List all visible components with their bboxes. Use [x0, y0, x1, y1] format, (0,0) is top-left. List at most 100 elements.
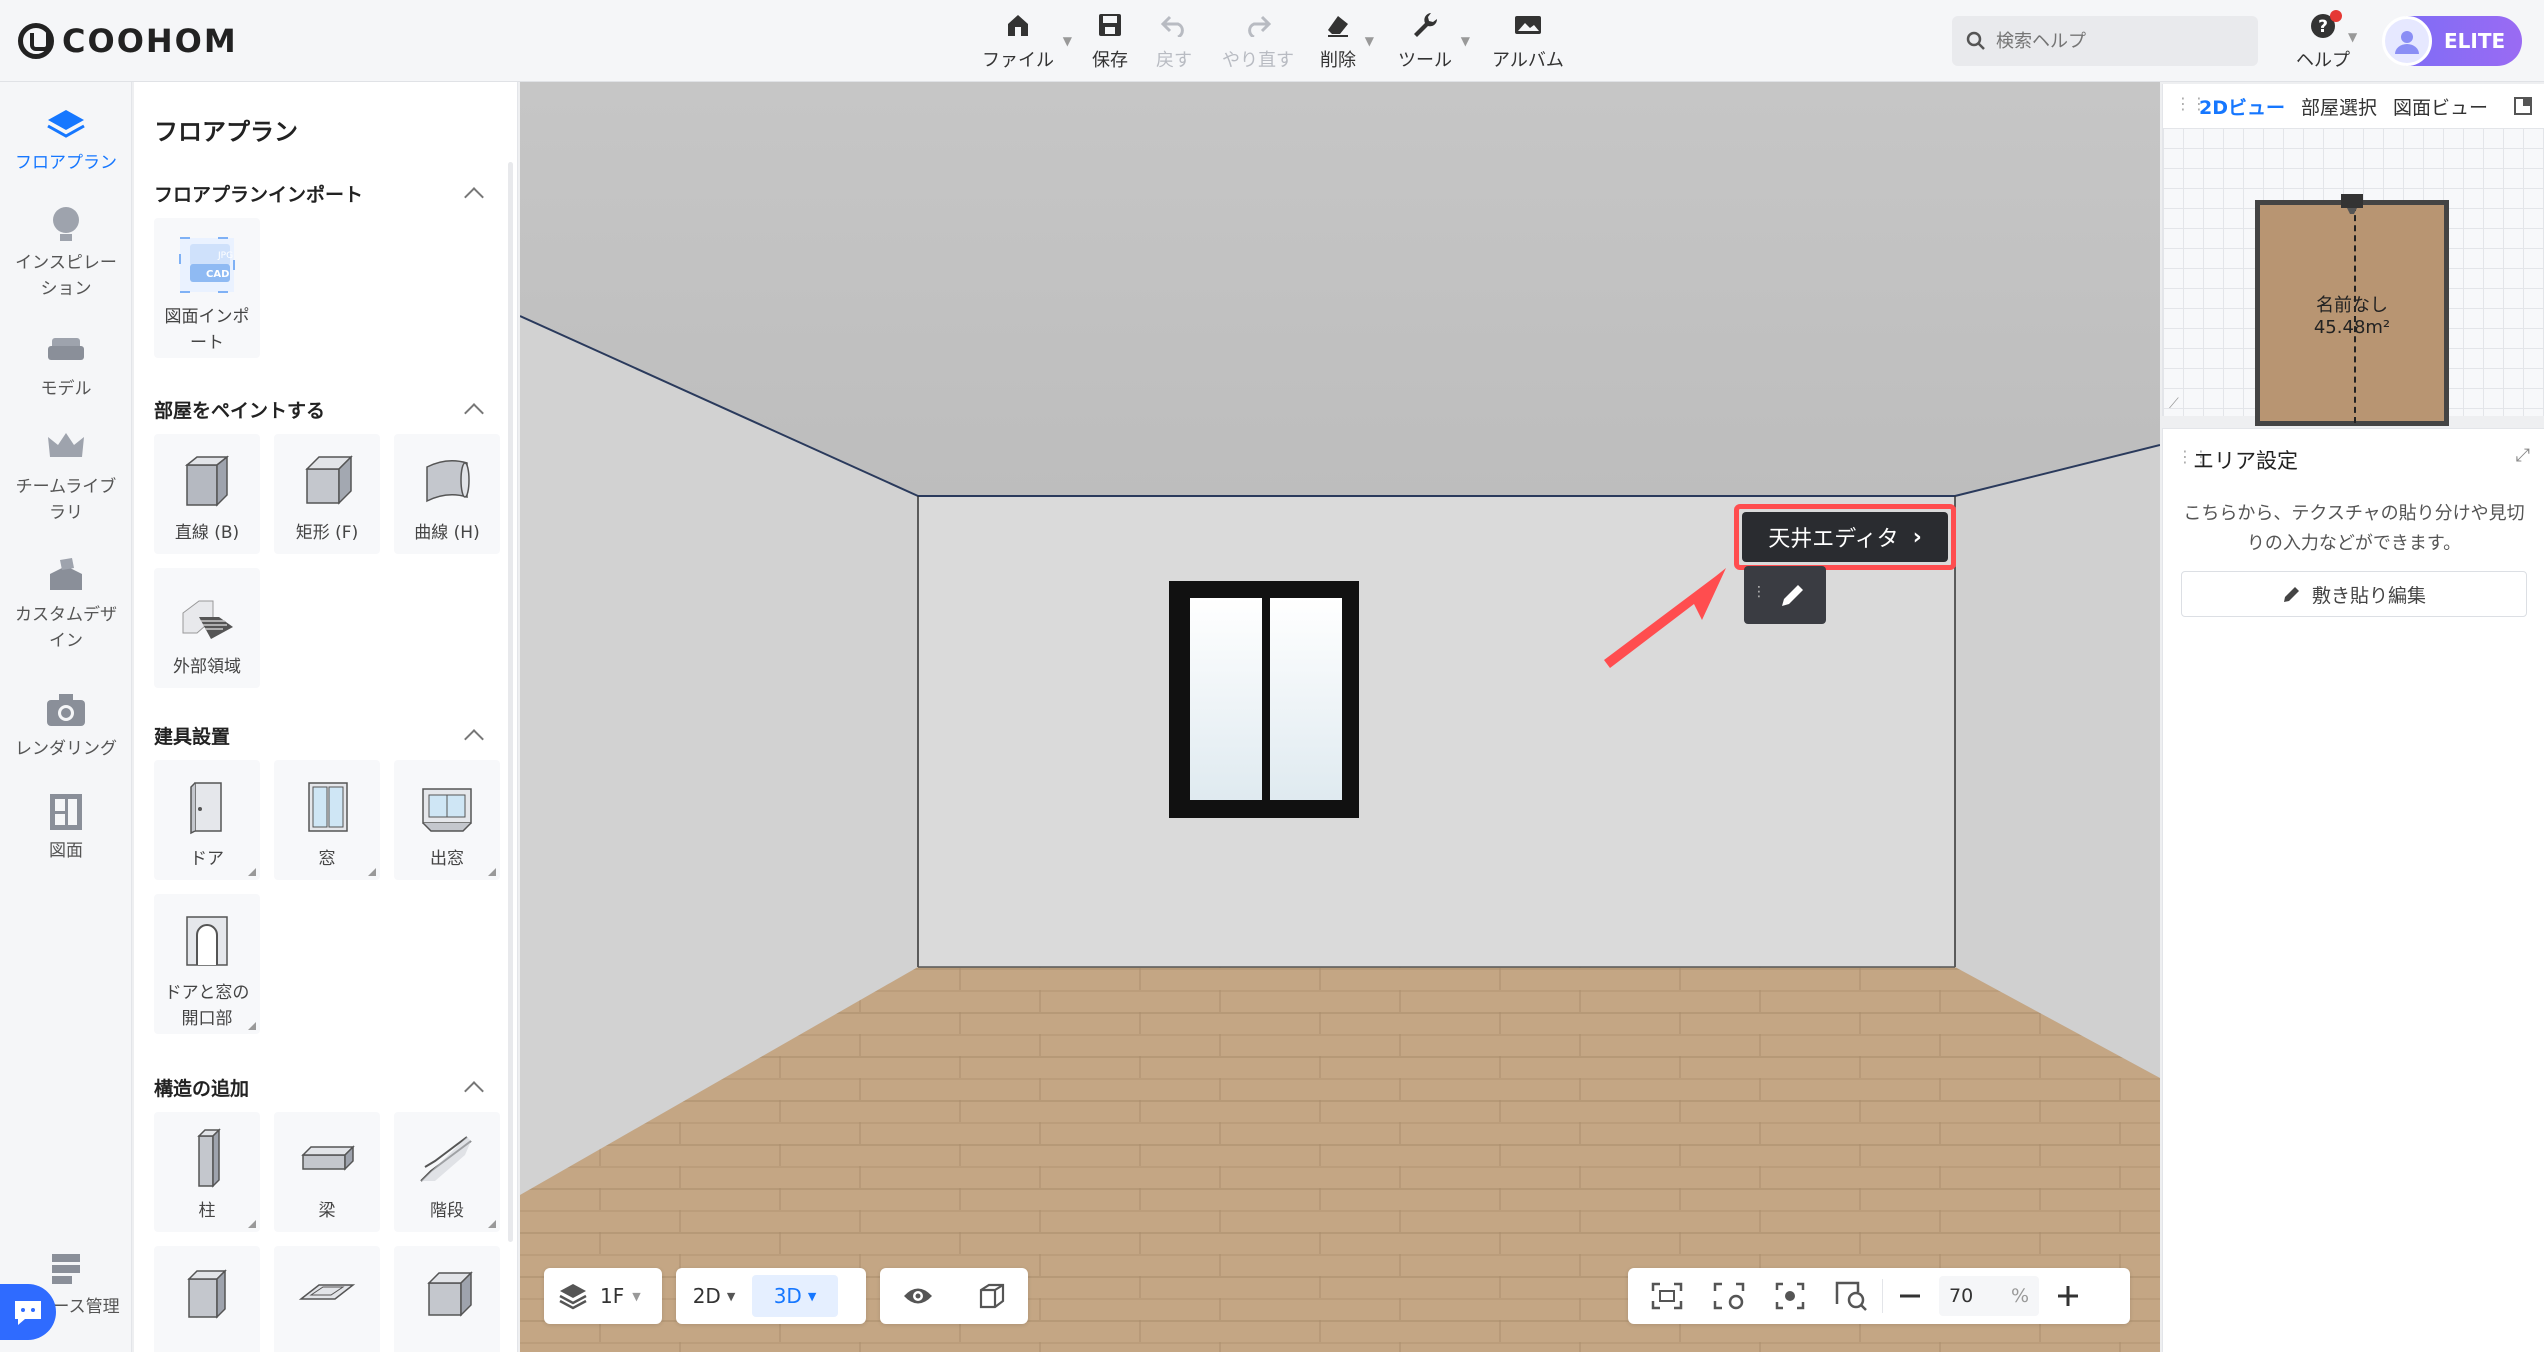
save-button[interactable]: 保存 [1092, 10, 1128, 72]
chevron-up-icon[interactable] [464, 1081, 484, 1101]
drag-handle-icon[interactable]: ⋮⋮ [2175, 94, 2207, 113]
arch-opening-icon [174, 908, 240, 974]
card-bay-window[interactable]: 出窓 [394, 760, 500, 880]
eraser-icon [1323, 10, 1353, 40]
list-icon [44, 1246, 88, 1290]
exterior-area-icon [174, 582, 240, 648]
top-toolbar: COOHOM ファイル ▼ 保存 戻す やり直す 削除 ▼ ツール ▼ アルバム… [0, 0, 2544, 82]
avatar [2382, 16, 2432, 66]
nav-model[interactable]: モデル [0, 328, 132, 402]
search-input[interactable] [1996, 30, 2226, 52]
fit-view-icon[interactable] [1650, 1281, 1684, 1311]
focus-icon[interactable] [1774, 1281, 1806, 1311]
floor-selector[interactable]: 1F ▼ [544, 1268, 662, 1324]
floorplan-icon [44, 102, 88, 146]
room-3d-scene [520, 82, 2160, 1352]
zoom-input[interactable]: 70 % [1939, 1276, 2039, 1316]
nav-team-library[interactable]: チームライブラリ [0, 426, 132, 526]
delete-button[interactable]: 削除 ▼ [1320, 10, 1374, 72]
undo-icon [1159, 10, 1189, 40]
stairs-icon [414, 1126, 480, 1192]
card-structure-slab[interactable] [274, 1246, 380, 1352]
cube-view-icon[interactable] [977, 1281, 1007, 1311]
zoom-in-icon[interactable] [2055, 1283, 2081, 1309]
edit-surface-button[interactable]: ⋮ [1744, 566, 1826, 624]
logo-text: COOHOM [62, 22, 238, 60]
redo-icon [1243, 10, 1273, 40]
card-paint-exterior[interactable]: 外部領域 [154, 568, 260, 688]
expand-icon[interactable]: ⤢ [2516, 445, 2530, 466]
beam-icon [294, 1126, 360, 1192]
tile-edit-button[interactable]: 敷き貼り編集 [2181, 571, 2527, 617]
tab-2d-view[interactable]: 2Dビュー [2199, 93, 2285, 120]
view-2d-button[interactable]: 2D ▼ [676, 1268, 752, 1324]
minimap-tabs: ⋮⋮ 2Dビュー 部屋選択 図面ビュー [2163, 84, 2544, 128]
room-area: 45.48m² [2313, 317, 2391, 338]
zoom-area-icon[interactable] [1834, 1280, 1868, 1312]
card-drawing-import[interactable]: JPG CAD 図面インポート [154, 218, 260, 358]
chevron-down-icon: ▼ [632, 1289, 641, 1303]
card-beam[interactable]: 梁 [274, 1112, 380, 1232]
file-menu-button[interactable]: ファイル ▼ [982, 10, 1072, 72]
card-paint-straight[interactable]: 直線 (B) [154, 434, 260, 554]
chat-support-button[interactable] [0, 1284, 56, 1340]
nav-floorplan[interactable]: フロアプラン [0, 102, 132, 176]
card-column[interactable]: 柱 [154, 1112, 260, 1232]
chevron-down-icon: ▼ [1062, 34, 1072, 48]
badge-jpg: JPG [217, 251, 233, 261]
nav-custom-design[interactable]: カスタムデザイン [0, 554, 132, 654]
chevron-down-icon: ▼ [1364, 34, 1374, 48]
app-logo[interactable]: COOHOM [18, 22, 238, 60]
card-door[interactable]: ドア [154, 760, 260, 880]
chevron-up-icon[interactable] [464, 729, 484, 749]
card-paint-rectangle[interactable]: 矩形 (F) [274, 434, 380, 554]
drag-handle-icon[interactable]: ⋮ [1752, 584, 1766, 600]
area-settings-panel: ⋮⋮ エリア設定 ⤢ こちらから、テクスチャの貼り分けや見切りの入力などができま… [2162, 428, 2544, 1352]
chevron-down-icon: ▼ [726, 1289, 736, 1303]
undo-button[interactable]: 戻す [1156, 10, 1192, 72]
eye-icon[interactable] [902, 1285, 934, 1307]
view-mode-toggle: 2D ▼ 3D ▼ [676, 1268, 866, 1324]
zoom-out-icon[interactable] [1897, 1283, 1923, 1309]
album-button[interactable]: アルバム [1492, 10, 1564, 72]
redo-button[interactable]: やり直す [1222, 10, 1294, 72]
toolbox-icon [44, 554, 88, 598]
tab-room-select[interactable]: 部屋選択 [2301, 93, 2377, 120]
room-plan[interactable]: 名前なし 45.48m² [2255, 200, 2449, 426]
help-search[interactable] [1952, 16, 2258, 66]
tools-menu-button[interactable]: ツール ▼ [1398, 10, 1470, 72]
crown-icon [44, 426, 88, 470]
ceiling-editor-button[interactable]: 天井エディタ › [1742, 512, 1948, 562]
chevron-down-icon: ▼ [807, 1289, 817, 1303]
svg-text:?: ? [2318, 17, 2328, 37]
resize-grip-icon[interactable]: ⟋ [2169, 396, 2179, 412]
chevron-up-icon[interactable] [464, 187, 484, 207]
view-settings-icon[interactable] [1712, 1281, 1746, 1311]
curved-wall-icon [414, 448, 480, 514]
account-button[interactable]: ELITE [2382, 16, 2522, 66]
area-settings-description: こちらから、テクスチャの貼り分けや見切りの入力などができます。 [2183, 503, 2525, 554]
view-3d-button[interactable]: 3D ▼ [752, 1275, 838, 1317]
nav-drawing[interactable]: 図面 [0, 790, 132, 864]
camera-marker-icon[interactable] [2337, 190, 2367, 220]
image-icon [1513, 10, 1543, 40]
viewport-controls: 70 % [1628, 1268, 2130, 1324]
card-structure-box[interactable] [154, 1246, 260, 1352]
panel-scrollbar[interactable] [508, 162, 513, 1242]
minimap-panel: ⋮⋮ 2Dビュー 部屋選択 図面ビュー 名前なし 45.48m² ⟋ [2162, 84, 2544, 426]
card-door-window-opening[interactable]: ドアと窓の開口部 [154, 894, 260, 1034]
tab-drawing-view[interactable]: 図面ビュー [2393, 93, 2488, 120]
chevron-down-icon: ▼ [2348, 30, 2358, 44]
card-window[interactable]: 窓 [274, 760, 380, 880]
nav-inspiration[interactable]: インスピレーション [0, 202, 132, 302]
card-paint-curve[interactable]: 曲線 (H) [394, 434, 500, 554]
nav-rendering[interactable]: レンダリング [0, 688, 132, 762]
card-stairs[interactable]: 階段 [394, 1112, 500, 1232]
section-paint-title: 部屋をペイントする [154, 400, 326, 422]
3d-viewport[interactable] [520, 82, 2160, 1352]
card-structure-niche[interactable] [394, 1246, 500, 1352]
chevron-up-icon[interactable] [464, 403, 484, 423]
section-structure-title: 構造の追加 [154, 1078, 250, 1100]
collapse-panel-icon[interactable] [2513, 96, 2533, 116]
minimap-canvas[interactable]: 名前なし 45.48m² ⟋ [2163, 128, 2544, 426]
